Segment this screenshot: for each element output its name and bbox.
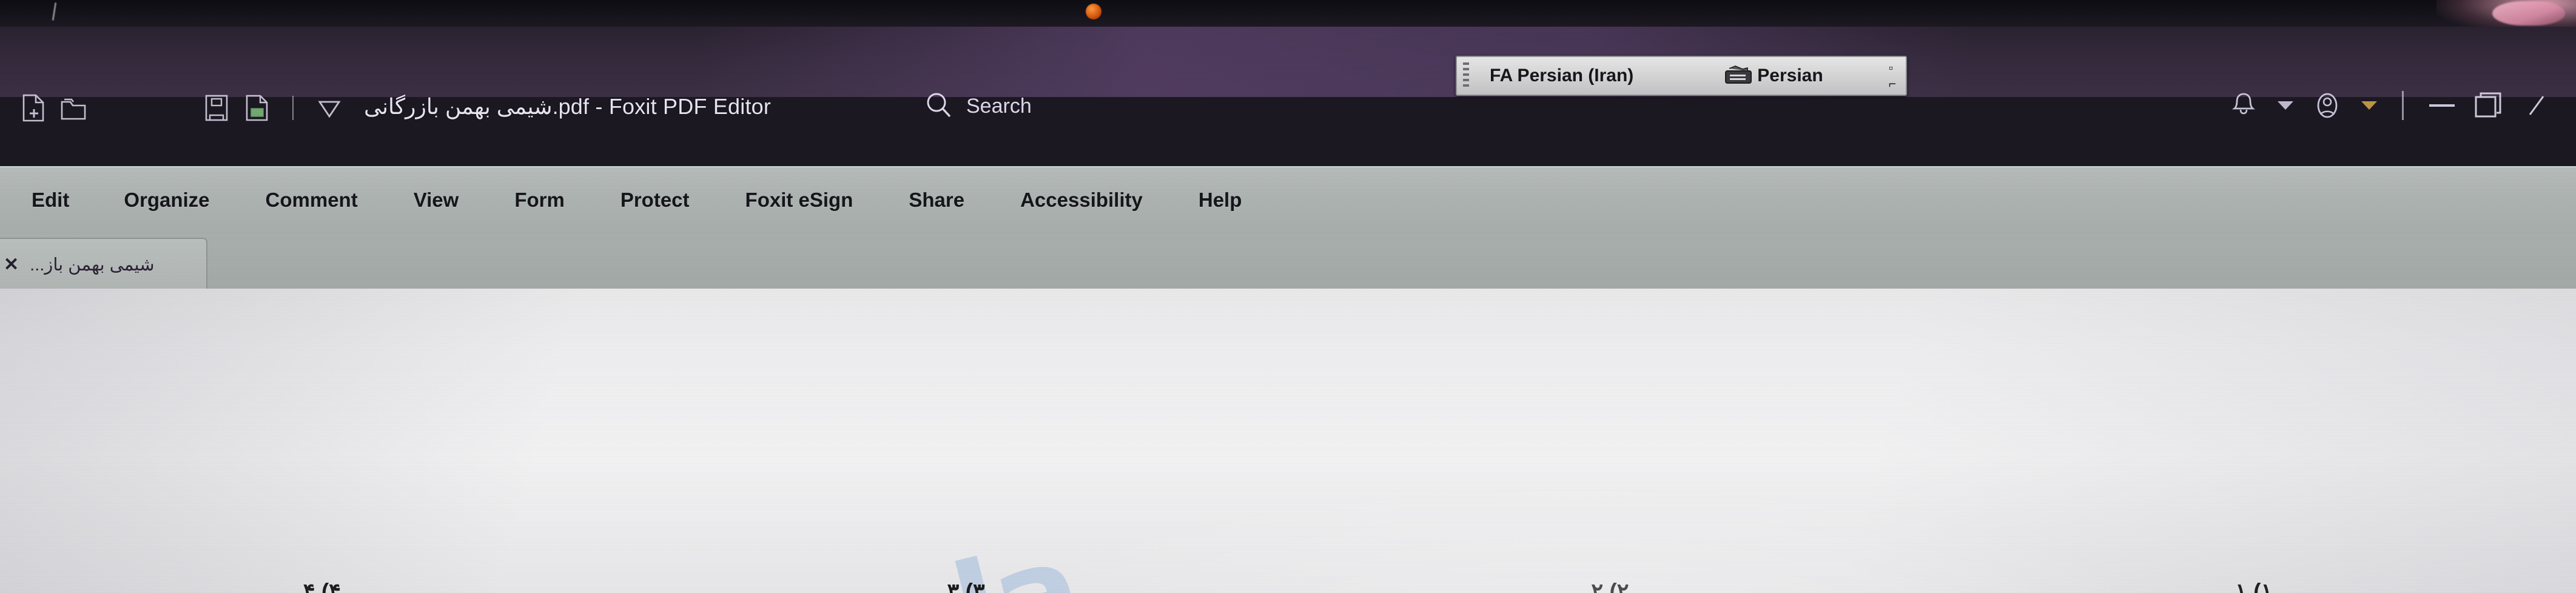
close-button[interactable] bbox=[2513, 89, 2560, 122]
option-4[interactable]: ۴) ۴ bbox=[0, 578, 644, 593]
chevron-down-icon[interactable] bbox=[309, 92, 349, 124]
bezel-pink-object bbox=[2492, 1, 2565, 25]
document-title: شیمی بهمن بازرگانی.pdf - Foxit PDF Edito… bbox=[364, 94, 772, 119]
notifications-dropdown-icon[interactable] bbox=[2267, 89, 2304, 122]
option-1[interactable]: ۱) ۱ bbox=[1932, 578, 2576, 593]
option-2[interactable]: ۲) ۲ bbox=[1288, 578, 1932, 593]
menu-item-help[interactable]: Help bbox=[1171, 189, 1270, 212]
menu-item-accessibility[interactable]: Accessibility bbox=[992, 189, 1171, 212]
option-3[interactable]: ۳) ۳ bbox=[644, 578, 1288, 593]
language-bar-grip[interactable] bbox=[1463, 62, 1469, 89]
menu-item-form[interactable]: Form bbox=[486, 189, 593, 212]
language-bar-minimize-top-glyph: ▫ bbox=[1888, 61, 1894, 75]
close-icon[interactable]: ✕ bbox=[4, 254, 19, 275]
pdf-page: okala ۱) ۱ ۲) ۲ ۳) ۳ ۴) ۴ ۲۷.۱.۲۷۵ـ اکسی… bbox=[0, 289, 2576, 593]
new-document-icon[interactable] bbox=[13, 92, 53, 124]
toolbar-divider bbox=[292, 96, 294, 120]
toolbar-gap bbox=[93, 92, 197, 124]
search-icon bbox=[925, 91, 953, 122]
open-folder-icon[interactable] bbox=[53, 92, 93, 124]
menu-item-protect[interactable]: Protect bbox=[593, 189, 718, 212]
app-title-bar bbox=[0, 27, 2576, 97]
notifications-bell-icon[interactable] bbox=[2220, 89, 2267, 122]
save-icon[interactable] bbox=[197, 92, 237, 124]
bezel-scratch bbox=[52, 2, 57, 21]
document-tab[interactable]: ✕ شیمی بهمن باز... bbox=[0, 238, 207, 290]
search-box[interactable]: Search bbox=[925, 91, 1032, 122]
quick-access-toolbar bbox=[13, 92, 349, 124]
account-icon[interactable] bbox=[2304, 89, 2351, 122]
search-input[interactable]: Search bbox=[966, 95, 1032, 118]
menu-bar: Edit Organize Comment View Form Protect … bbox=[24, 166, 1270, 234]
keyboard-icon bbox=[1724, 65, 1752, 87]
minimize-button[interactable] bbox=[2418, 89, 2466, 122]
window-controls bbox=[2220, 89, 2560, 122]
document-tab-strip bbox=[0, 234, 2576, 289]
window-controls-divider bbox=[2402, 91, 2404, 120]
menu-item-comment[interactable]: Comment bbox=[238, 189, 386, 212]
language-locale-label[interactable]: FA Persian (Iran) bbox=[1490, 65, 1633, 86]
monitor-bezel bbox=[0, 0, 2576, 32]
language-bar[interactable]: FA Persian (Iran) Persian ▫ ⌐ bbox=[1456, 56, 1907, 96]
menu-item-view[interactable]: View bbox=[386, 189, 487, 212]
keyboard-layout-button[interactable]: Persian bbox=[1724, 65, 1823, 87]
menu-item-share[interactable]: Share bbox=[881, 189, 992, 212]
screen: شیمی بهمن بازرگانی.pdf - Foxit PDF Edito… bbox=[0, 0, 2576, 593]
account-dropdown-icon[interactable] bbox=[2351, 89, 2387, 122]
menu-item-edit[interactable]: Edit bbox=[24, 189, 96, 212]
menu-item-organize[interactable]: Organize bbox=[96, 189, 237, 212]
language-bar-minimize-button[interactable]: ▫ ⌐ bbox=[1889, 62, 1896, 90]
language-bar-minimize-bottom-glyph: ⌐ bbox=[1888, 76, 1896, 91]
bezel-light-dot bbox=[1086, 4, 1101, 19]
export-pdf-icon[interactable] bbox=[237, 92, 277, 124]
previous-question-options: ۱) ۱ ۲) ۲ ۳) ۳ ۴) ۴ bbox=[0, 578, 2576, 593]
page-shadow-overlay bbox=[0, 289, 2576, 593]
restore-button[interactable] bbox=[2466, 89, 2513, 122]
keyboard-layout-label: Persian bbox=[1757, 65, 1823, 85]
menu-item-foxit-esign[interactable]: Foxit eSign bbox=[718, 189, 881, 212]
document-tab-label: شیمی بهمن باز... bbox=[30, 255, 155, 275]
